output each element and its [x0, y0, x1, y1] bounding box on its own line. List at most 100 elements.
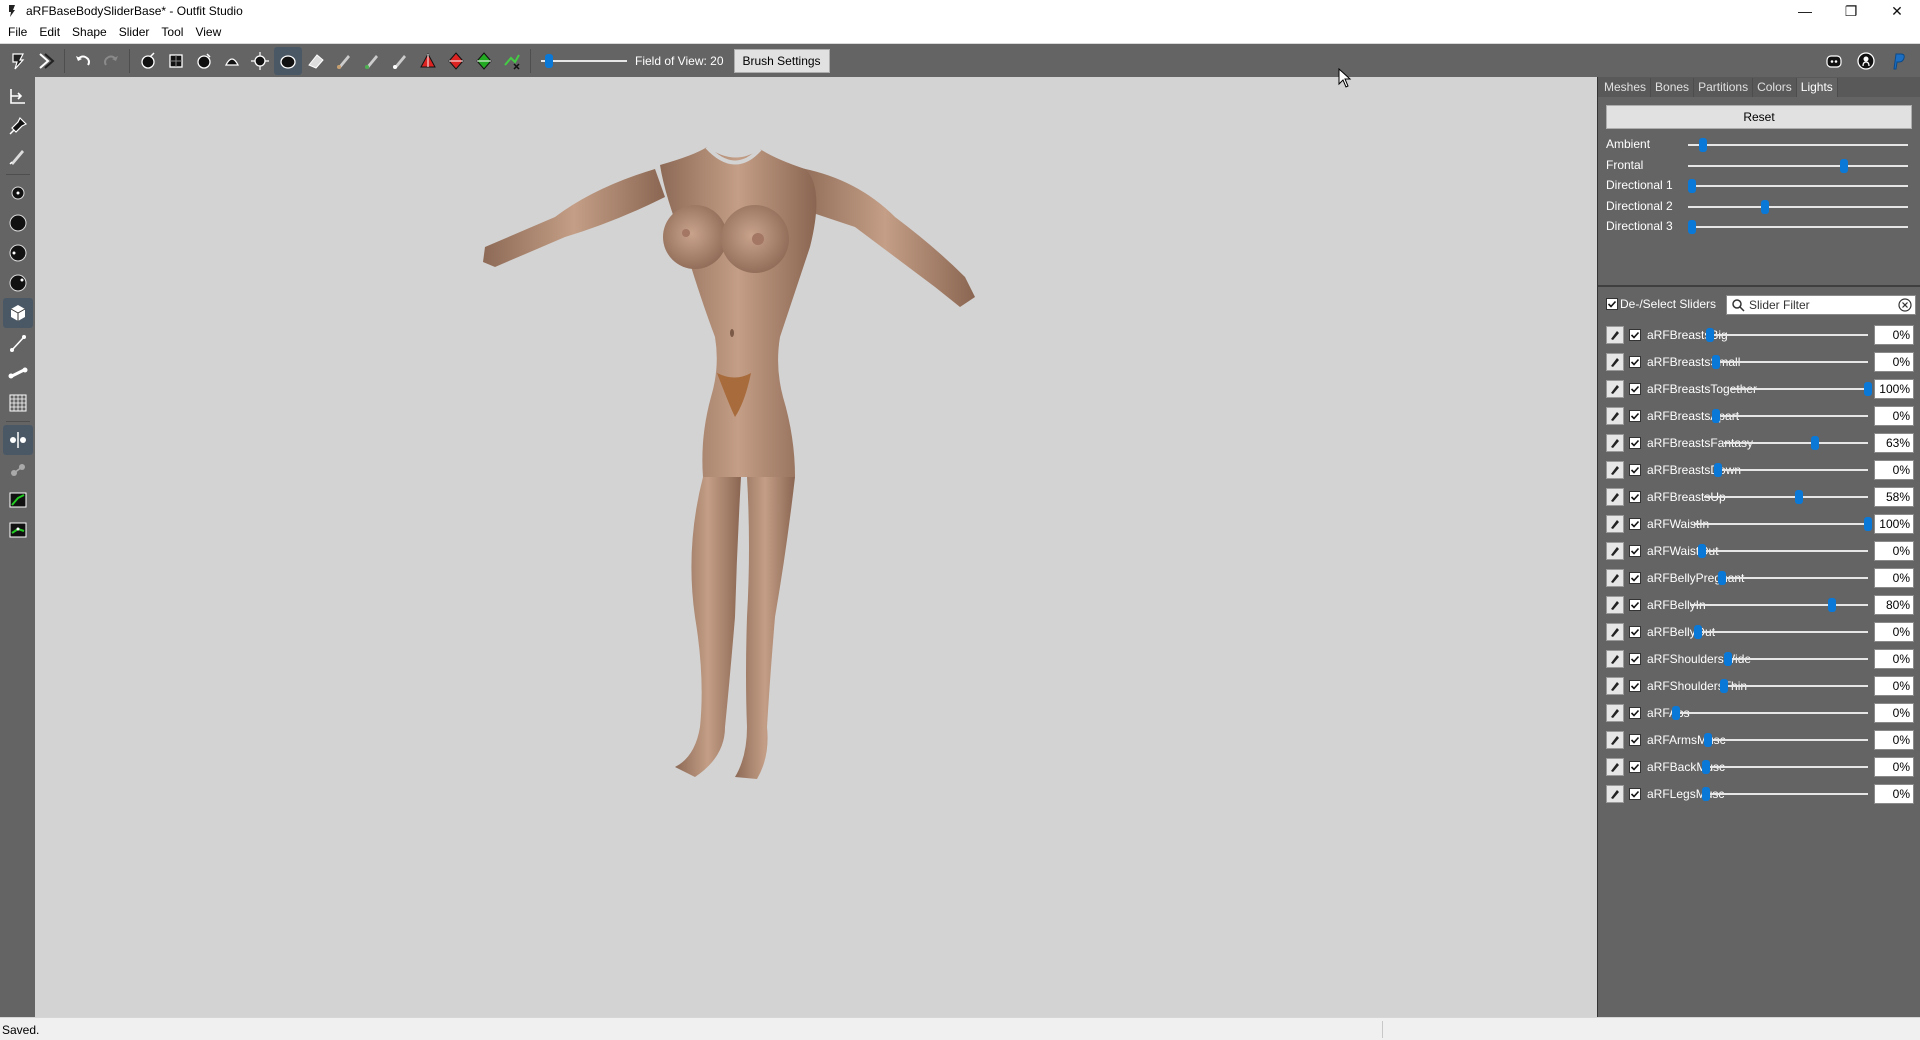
- slider-checkbox[interactable]: [1629, 437, 1641, 449]
- slider-thumb[interactable]: [1702, 787, 1710, 801]
- slider-value-field[interactable]: 0%: [1874, 541, 1914, 561]
- slider-value-field[interactable]: 0%: [1874, 784, 1914, 804]
- weight-icon[interactable]: [386, 47, 414, 75]
- vertex-large-icon[interactable]: [3, 238, 33, 268]
- tab-bones[interactable]: Bones: [1651, 78, 1695, 97]
- weight-green-icon[interactable]: [3, 485, 33, 515]
- slider-checkbox[interactable]: [1629, 545, 1641, 557]
- slider-checkbox[interactable]: [1629, 653, 1641, 665]
- light-slider[interactable]: [1688, 176, 1908, 196]
- smooth-icon[interactable]: [274, 46, 302, 75]
- light-slider-thumb[interactable]: [1688, 179, 1697, 193]
- slider-thumb[interactable]: [1828, 598, 1837, 612]
- menu-tool[interactable]: Tool: [155, 22, 189, 43]
- slider-thumb[interactable]: [1795, 490, 1804, 504]
- slider-value-field[interactable]: 0%: [1874, 352, 1914, 372]
- mask-icon[interactable]: [162, 47, 190, 75]
- bone-icon[interactable]: [3, 358, 33, 388]
- clear-icon[interactable]: [1898, 298, 1912, 312]
- slider-checkbox[interactable]: [1629, 410, 1641, 422]
- edit-slider-icon[interactable]: [1606, 542, 1624, 560]
- slider-checkbox[interactable]: [1629, 707, 1641, 719]
- tab-lights[interactable]: Lights: [1796, 78, 1838, 97]
- slider-value-field[interactable]: 0%: [1874, 757, 1914, 777]
- pencil-icon[interactable]: [3, 141, 33, 171]
- grid-icon[interactable]: [3, 388, 33, 418]
- 3d-viewport[interactable]: [35, 77, 1597, 1017]
- slider-track[interactable]: [1672, 703, 1868, 723]
- vertex-small-icon[interactable]: [3, 178, 33, 208]
- light-slider[interactable]: [1688, 197, 1908, 217]
- slider-thumb[interactable]: [1864, 382, 1872, 396]
- slider-checkbox[interactable]: [1629, 680, 1641, 692]
- slider-track[interactable]: [1690, 595, 1868, 615]
- slider-track[interactable]: [1694, 622, 1868, 642]
- deflate-icon[interactable]: [218, 47, 246, 75]
- slider-checkbox[interactable]: [1629, 356, 1641, 368]
- deselect-sliders-checkbox[interactable]: [1606, 298, 1618, 310]
- move-icon[interactable]: [246, 47, 274, 75]
- alpha-icon[interactable]: [498, 47, 526, 75]
- slider-thumb[interactable]: [1718, 571, 1726, 585]
- slider-thumb[interactable]: [1810, 436, 1819, 450]
- slider-track[interactable]: [1714, 460, 1868, 480]
- slider-track[interactable]: [1712, 406, 1868, 426]
- light-slider[interactable]: [1688, 217, 1908, 237]
- edit-slider-icon[interactable]: [1606, 434, 1624, 452]
- edit-slider-icon[interactable]: [1606, 353, 1624, 371]
- slider-track[interactable]: [1702, 757, 1868, 777]
- slider-value-field[interactable]: 100%: [1874, 514, 1914, 534]
- menu-edit[interactable]: Edit: [33, 22, 66, 43]
- light-slider-thumb[interactable]: [1840, 158, 1849, 173]
- edit-slider-icon[interactable]: [1606, 569, 1624, 587]
- xmirror-icon[interactable]: [2, 425, 33, 455]
- slider-checkbox[interactable]: [1629, 491, 1641, 503]
- transform-icon[interactable]: [3, 81, 33, 111]
- slider-checkbox[interactable]: [1629, 383, 1641, 395]
- slider-thumb[interactable]: [1712, 409, 1720, 423]
- tab-colors[interactable]: Colors: [1753, 78, 1797, 97]
- slider-value-field[interactable]: 80%: [1874, 595, 1914, 615]
- edit-slider-icon[interactable]: [1606, 407, 1624, 425]
- slider-thumb[interactable]: [1698, 544, 1706, 558]
- light-slider[interactable]: [1688, 135, 1908, 155]
- slider-checkbox[interactable]: [1629, 329, 1641, 341]
- slider-thumb[interactable]: [1864, 517, 1872, 531]
- fov-slider[interactable]: [541, 51, 627, 71]
- collapse-icon[interactable]: [470, 47, 498, 75]
- paypal-icon[interactable]: [1882, 47, 1914, 75]
- slider-thumb[interactable]: [1724, 652, 1732, 666]
- undo-icon[interactable]: [69, 47, 97, 75]
- slider-value-field[interactable]: 0%: [1874, 406, 1914, 426]
- slider-checkbox[interactable]: [1629, 734, 1641, 746]
- brush-icon[interactable]: [134, 47, 162, 75]
- slider-checkbox[interactable]: [1629, 464, 1641, 476]
- slider-checkbox[interactable]: [1629, 599, 1641, 611]
- slider-value-field[interactable]: 0%: [1874, 703, 1914, 723]
- triangle-icon[interactable]: [414, 47, 442, 75]
- weight-green2-icon[interactable]: [3, 515, 33, 545]
- discord-icon[interactable]: [1818, 47, 1850, 75]
- edit-slider-icon[interactable]: [1606, 380, 1624, 398]
- vertex-xlarge-icon[interactable]: [3, 268, 33, 298]
- light-slider-thumb[interactable]: [1761, 199, 1769, 214]
- slider-track[interactable]: [1712, 352, 1868, 372]
- slider-checkbox[interactable]: [1629, 518, 1641, 530]
- slider-value-field[interactable]: 0%: [1874, 460, 1914, 480]
- slider-track[interactable]: [1724, 649, 1868, 669]
- github-icon[interactable]: [1850, 47, 1882, 75]
- erase-icon[interactable]: [302, 47, 330, 75]
- edit-slider-icon[interactable]: [1606, 785, 1624, 803]
- slider-checkbox[interactable]: [1629, 761, 1641, 773]
- slider-filter-input[interactable]: Slider Filter: [1726, 295, 1916, 315]
- slider-track[interactable]: [1730, 379, 1872, 399]
- light-slider-thumb[interactable]: [1688, 220, 1697, 234]
- slider-track[interactable]: [1702, 784, 1868, 804]
- menu-slider[interactable]: Slider: [113, 22, 156, 43]
- slider-track[interactable]: [1698, 541, 1868, 561]
- menu-shape[interactable]: Shape: [66, 22, 113, 43]
- menu-file[interactable]: File: [2, 22, 33, 43]
- slider-value-field[interactable]: 0%: [1874, 568, 1914, 588]
- slider-track[interactable]: [1718, 568, 1868, 588]
- slider-track[interactable]: [1724, 433, 1868, 453]
